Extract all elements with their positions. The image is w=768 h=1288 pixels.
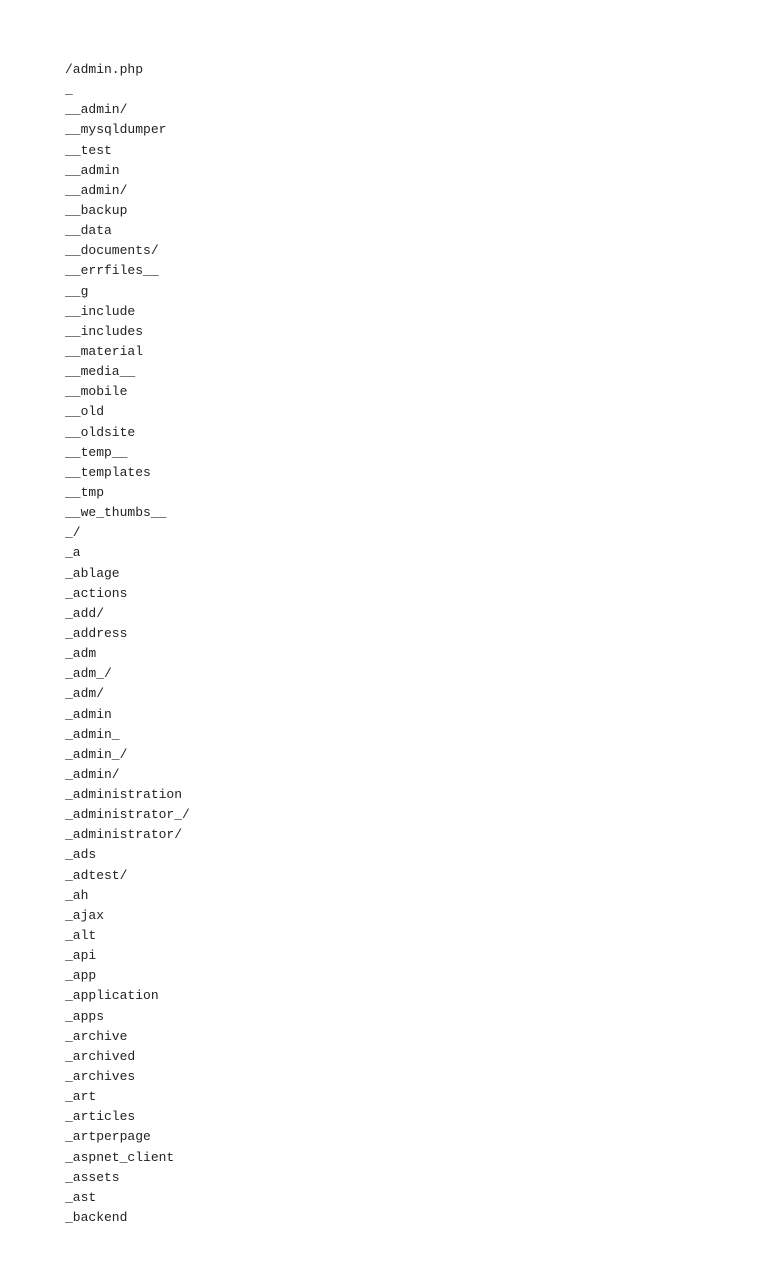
list-item: _articles xyxy=(65,1107,768,1127)
list-item: __media__ xyxy=(65,362,768,382)
list-item: _admin_ xyxy=(65,725,768,745)
list-item: _admin_/ xyxy=(65,745,768,765)
list-item: _administrator_/ xyxy=(65,805,768,825)
list-item: _address xyxy=(65,624,768,644)
list-item: _add/ xyxy=(65,604,768,624)
list-item: _admin/ xyxy=(65,765,768,785)
list-item: __temp__ xyxy=(65,443,768,463)
list-item: _admin xyxy=(65,705,768,725)
list-item: _backend xyxy=(65,1208,768,1228)
list-item: _ xyxy=(65,80,768,100)
list-item: __test xyxy=(65,141,768,161)
list-item: __mysqldumper xyxy=(65,120,768,140)
list-item: __tmp xyxy=(65,483,768,503)
list-item: _artperpage xyxy=(65,1127,768,1147)
file-list: /admin.php___admin/__mysqldumper__test__… xyxy=(65,60,768,1228)
list-item: __g xyxy=(65,282,768,302)
list-item: _actions xyxy=(65,584,768,604)
list-item: __data xyxy=(65,221,768,241)
list-item: _administrator/ xyxy=(65,825,768,845)
list-item: _adm xyxy=(65,644,768,664)
list-item: _api xyxy=(65,946,768,966)
list-item: _adm_/ xyxy=(65,664,768,684)
list-item: _archive xyxy=(65,1027,768,1047)
list-item: __oldsite xyxy=(65,423,768,443)
list-item: _archives xyxy=(65,1067,768,1087)
list-item: __admin xyxy=(65,161,768,181)
list-item: _art xyxy=(65,1087,768,1107)
list-item: _administration xyxy=(65,785,768,805)
list-item: __admin/ xyxy=(65,100,768,120)
list-item: _alt xyxy=(65,926,768,946)
list-item: _application xyxy=(65,986,768,1006)
list-item: __we_thumbs__ xyxy=(65,503,768,523)
list-item: _ast xyxy=(65,1188,768,1208)
list-item: _/ xyxy=(65,523,768,543)
list-item: _ablage xyxy=(65,564,768,584)
list-item: __include xyxy=(65,302,768,322)
list-item: __templates xyxy=(65,463,768,483)
list-item: __documents/ xyxy=(65,241,768,261)
list-item: __material xyxy=(65,342,768,362)
list-item: _adtest/ xyxy=(65,866,768,886)
list-item: __admin/ xyxy=(65,181,768,201)
list-item: __backup xyxy=(65,201,768,221)
list-item: _ajax xyxy=(65,906,768,926)
list-item: _archived xyxy=(65,1047,768,1067)
list-item: _app xyxy=(65,966,768,986)
list-item: __old xyxy=(65,402,768,422)
list-item: _aspnet_client xyxy=(65,1148,768,1168)
list-item: __mobile xyxy=(65,382,768,402)
list-item: _adm/ xyxy=(65,684,768,704)
list-item: _ah xyxy=(65,886,768,906)
list-item: __errfiles__ xyxy=(65,261,768,281)
list-item: /admin.php xyxy=(65,60,768,80)
list-item: _ads xyxy=(65,845,768,865)
list-item: __includes xyxy=(65,322,768,342)
list-item: _assets xyxy=(65,1168,768,1188)
list-item: _a xyxy=(65,543,768,563)
